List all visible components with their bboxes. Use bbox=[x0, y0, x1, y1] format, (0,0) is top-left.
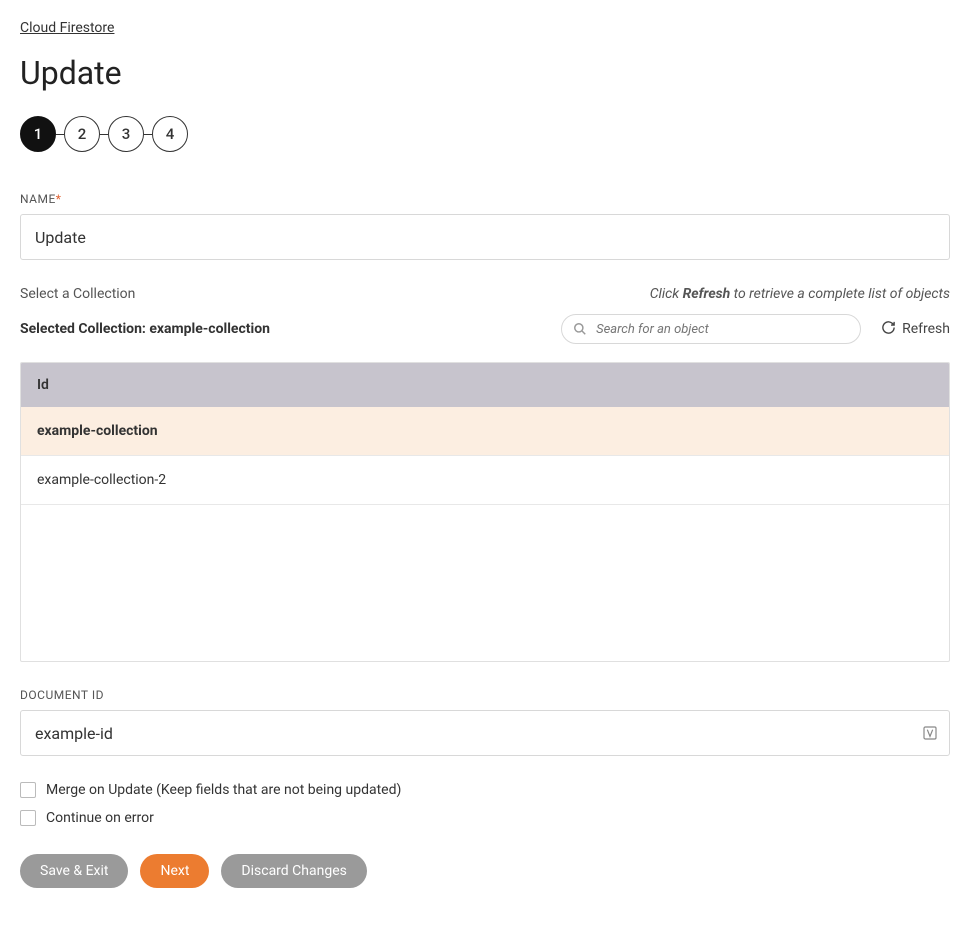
document-id-input[interactable] bbox=[20, 710, 950, 756]
refresh-icon bbox=[881, 320, 896, 339]
refresh-button[interactable]: Refresh bbox=[881, 320, 950, 339]
select-collection-label: Select a Collection bbox=[20, 286, 135, 302]
refresh-label: Refresh bbox=[902, 321, 950, 337]
search-icon bbox=[573, 322, 587, 336]
document-id-label: DOCUMENT ID bbox=[20, 688, 950, 702]
save-exit-button[interactable]: Save & Exit bbox=[20, 854, 128, 888]
step-4[interactable]: 4 bbox=[152, 116, 188, 152]
step-2[interactable]: 2 bbox=[64, 116, 100, 152]
step-connector bbox=[144, 134, 152, 135]
table-row[interactable]: example-collection bbox=[21, 407, 949, 456]
search-input[interactable] bbox=[561, 314, 861, 344]
stepper: 1234 bbox=[20, 116, 950, 152]
refresh-hint: Click Refresh to retrieve a complete lis… bbox=[650, 286, 950, 302]
step-connector bbox=[56, 134, 64, 135]
step-3[interactable]: 3 bbox=[108, 116, 144, 152]
page-title: Update bbox=[20, 54, 950, 92]
name-input[interactable] bbox=[20, 214, 950, 260]
step-connector bbox=[100, 134, 108, 135]
variable-icon[interactable] bbox=[922, 725, 938, 741]
selected-collection-text: Selected Collection: example-collection bbox=[20, 321, 270, 337]
discard-button[interactable]: Discard Changes bbox=[221, 854, 366, 888]
continue-checkbox[interactable] bbox=[20, 810, 36, 826]
merge-checkbox[interactable] bbox=[20, 782, 36, 798]
table-header-id: Id bbox=[21, 363, 949, 407]
collection-table: Id example-collectionexample-collection-… bbox=[20, 362, 950, 662]
next-button[interactable]: Next bbox=[140, 854, 209, 888]
table-row[interactable]: example-collection-2 bbox=[21, 456, 949, 505]
continue-label: Continue on error bbox=[46, 810, 154, 826]
required-star: * bbox=[56, 192, 62, 206]
step-1[interactable]: 1 bbox=[20, 116, 56, 152]
merge-label: Merge on Update (Keep fields that are no… bbox=[46, 782, 401, 798]
name-label: NAME* bbox=[20, 192, 950, 206]
breadcrumb-link[interactable]: Cloud Firestore bbox=[20, 20, 114, 36]
